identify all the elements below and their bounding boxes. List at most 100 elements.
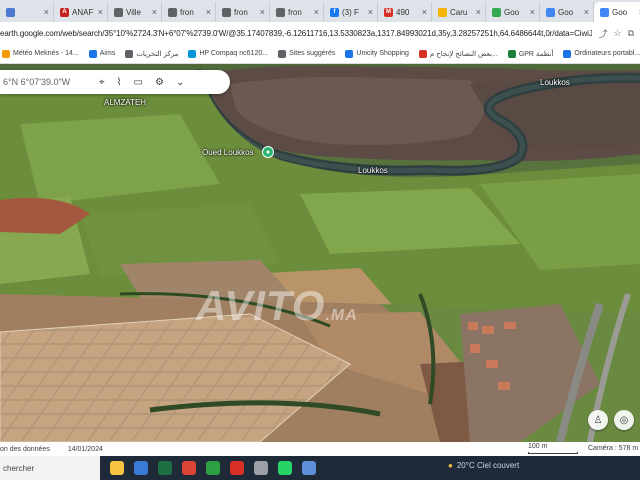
- browser-tab-strip: × A ANAF × Ville × fron × fron × fron × f (3) F × M 490 ×…: [0, 0, 640, 22]
- browser-tab[interactable]: A ANAF ×: [54, 2, 108, 22]
- map-footer: on des données 14/01/2024 100 m Caméra :…: [0, 442, 640, 456]
- bookmark-favicon-icon: [278, 49, 287, 58]
- tab-close-icon[interactable]: ×: [368, 7, 373, 17]
- bookmark-favicon-icon: [507, 49, 516, 58]
- windows-taskbar: chercher ● 20°C Ciel couvert: [0, 456, 640, 480]
- monitor-icon[interactable]: [302, 461, 316, 475]
- imagery-date: 14/01/2024: [67, 445, 103, 453]
- tab-label: Goo: [558, 7, 574, 17]
- bookmark-label: HP Compaq nc6120...: [199, 50, 269, 57]
- ruler-icon[interactable]: ⌇: [117, 77, 122, 88]
- street-view-icon[interactable]: ♙: [588, 410, 608, 430]
- location-pin-icon[interactable]: ●: [262, 146, 274, 158]
- compass-icon[interactable]: ◎: [614, 410, 634, 430]
- tab-favicon-icon: [438, 7, 447, 17]
- tab-close-icon[interactable]: ×: [260, 7, 265, 17]
- settings-icon[interactable]: [254, 461, 268, 475]
- browser-tab[interactable]: fron ×: [216, 2, 270, 22]
- browser-tab[interactable]: Caru ×: [432, 2, 486, 22]
- scale-bar: [528, 452, 578, 454]
- bookmark-item[interactable]: Unicity Shopping: [345, 49, 409, 58]
- chevron-down-icon[interactable]: ⌄: [176, 77, 184, 88]
- tab-close-icon[interactable]: ×: [422, 7, 427, 17]
- tab-close-icon[interactable]: ×: [152, 7, 157, 17]
- url-field[interactable]: earth.google.com/web/search/35°10'%2724.…: [0, 29, 592, 38]
- bookmark-label: Ordinateurs portabl...: [574, 50, 640, 57]
- slides-icon[interactable]: ▭: [134, 77, 143, 88]
- tab-favicon-icon: [276, 7, 285, 17]
- taskbar-search[interactable]: chercher: [0, 456, 100, 480]
- bookmark-star-icon[interactable]: ☆: [613, 28, 621, 39]
- extensions-icon[interactable]: ⧉: [628, 28, 634, 39]
- bookmark-item[interactable]: مركز التحريات: [125, 49, 178, 58]
- browser-tab[interactable]: Goo ×: [486, 2, 540, 22]
- chrome-icon[interactable]: [182, 461, 196, 475]
- pin-icon[interactable]: ⌖: [99, 77, 105, 88]
- tab-favicon-icon: A: [60, 7, 69, 17]
- bookmark-label: Météo Meknès - 14...: [13, 50, 79, 57]
- shield-icon[interactable]: [206, 461, 220, 475]
- river-label: Loukkos: [540, 78, 570, 87]
- tab-close-icon[interactable]: ×: [476, 7, 481, 17]
- bookmark-item[interactable]: Ordinateurs portabl...: [563, 49, 640, 58]
- tab-favicon-icon: [546, 7, 555, 17]
- tab-label: Goo: [504, 7, 520, 17]
- whatsapp-icon[interactable]: [278, 461, 292, 475]
- tab-close-icon[interactable]: ×: [206, 7, 211, 17]
- bookmark-item[interactable]: Météo Meknès - 14...: [2, 49, 79, 58]
- store-icon[interactable]: [134, 461, 148, 475]
- tab-close-icon[interactable]: ×: [584, 7, 589, 17]
- tab-close-icon[interactable]: ×: [44, 7, 49, 17]
- browser-tab[interactable]: ×: [0, 2, 54, 22]
- bookmark-favicon-icon: [188, 49, 197, 58]
- excel-icon[interactable]: [158, 461, 172, 475]
- tab-close-icon[interactable]: ×: [314, 7, 319, 17]
- attribution-text[interactable]: on des données: [0, 446, 50, 453]
- browser-tab[interactable]: f (3) F ×: [324, 2, 378, 22]
- tab-label: fron: [180, 7, 194, 17]
- tab-favicon-icon: [600, 7, 609, 17]
- weather-widget[interactable]: ● 20°C Ciel couvert: [448, 461, 519, 470]
- browser-tab[interactable]: Goo ×: [540, 2, 594, 22]
- river-label: Loukkos: [358, 166, 388, 175]
- mail-icon[interactable]: [230, 461, 244, 475]
- tab-label: 490: [396, 7, 410, 17]
- cloud-icon: ●: [448, 461, 453, 470]
- share-icon[interactable]: ⤴: [598, 27, 607, 40]
- bookmark-label: GPR أنظمة: [518, 50, 554, 58]
- place-label[interactable]: Oued Loukkos: [202, 148, 254, 157]
- search-input[interactable]: 6°N 6°07'39.0"W: [3, 77, 95, 87]
- browser-tab[interactable]: M 490 ×: [378, 2, 432, 22]
- tab-label: Caru: [450, 7, 468, 17]
- browser-tab[interactable]: Ville ×: [108, 2, 162, 22]
- browser-tab[interactable]: fron ×: [270, 2, 324, 22]
- bookmark-item[interactable]: بعض النصائح لإنجاح م...: [418, 49, 498, 58]
- address-actions: ⤴ ☆ ⧉: [592, 27, 640, 40]
- bookmark-label: بعض النصائح لإنجاح م...: [429, 50, 498, 58]
- tab-favicon-icon: [168, 7, 177, 17]
- bookmark-favicon-icon: [2, 49, 10, 58]
- bookmark-item[interactable]: GPR أنظمة: [507, 49, 554, 58]
- tab-close-icon[interactable]: ×: [98, 7, 103, 17]
- earth-toolbar: ⌖ ⌇ ▭ ⚙ ⌄: [95, 77, 184, 88]
- earth-map-view[interactable]: ALMZATEH Oued Loukkos ● Loukkos Loukkos …: [0, 64, 640, 442]
- bookmark-label: Aims: [99, 50, 116, 57]
- tab-label: fron: [234, 7, 248, 17]
- bookmark-favicon-icon: [418, 49, 427, 58]
- tab-label: Goo: [612, 7, 628, 17]
- file-explorer-icon[interactable]: [110, 461, 124, 475]
- scale-label: 100 m: [528, 443, 548, 450]
- screen: × A ANAF × Ville × fron × fron × fron × f (3) F × M 490 ×…: [0, 0, 640, 480]
- browser-tab[interactable]: fron ×: [162, 2, 216, 22]
- tab-label: Ville: [126, 7, 141, 17]
- bookmark-favicon-icon: [563, 49, 572, 58]
- tab-favicon-icon: [222, 7, 231, 17]
- taskbar-apps: [100, 461, 316, 475]
- browser-tab[interactable]: Goo×: [594, 2, 640, 22]
- bookmark-item[interactable]: Sites suggérés: [278, 49, 335, 58]
- tab-close-icon[interactable]: ×: [530, 7, 535, 17]
- settings-icon[interactable]: ⚙: [155, 77, 164, 88]
- bookmark-item[interactable]: HP Compaq nc6120...: [188, 49, 269, 58]
- tab-label: (3) F: [342, 7, 359, 17]
- bookmark-item[interactable]: Aims: [88, 49, 116, 58]
